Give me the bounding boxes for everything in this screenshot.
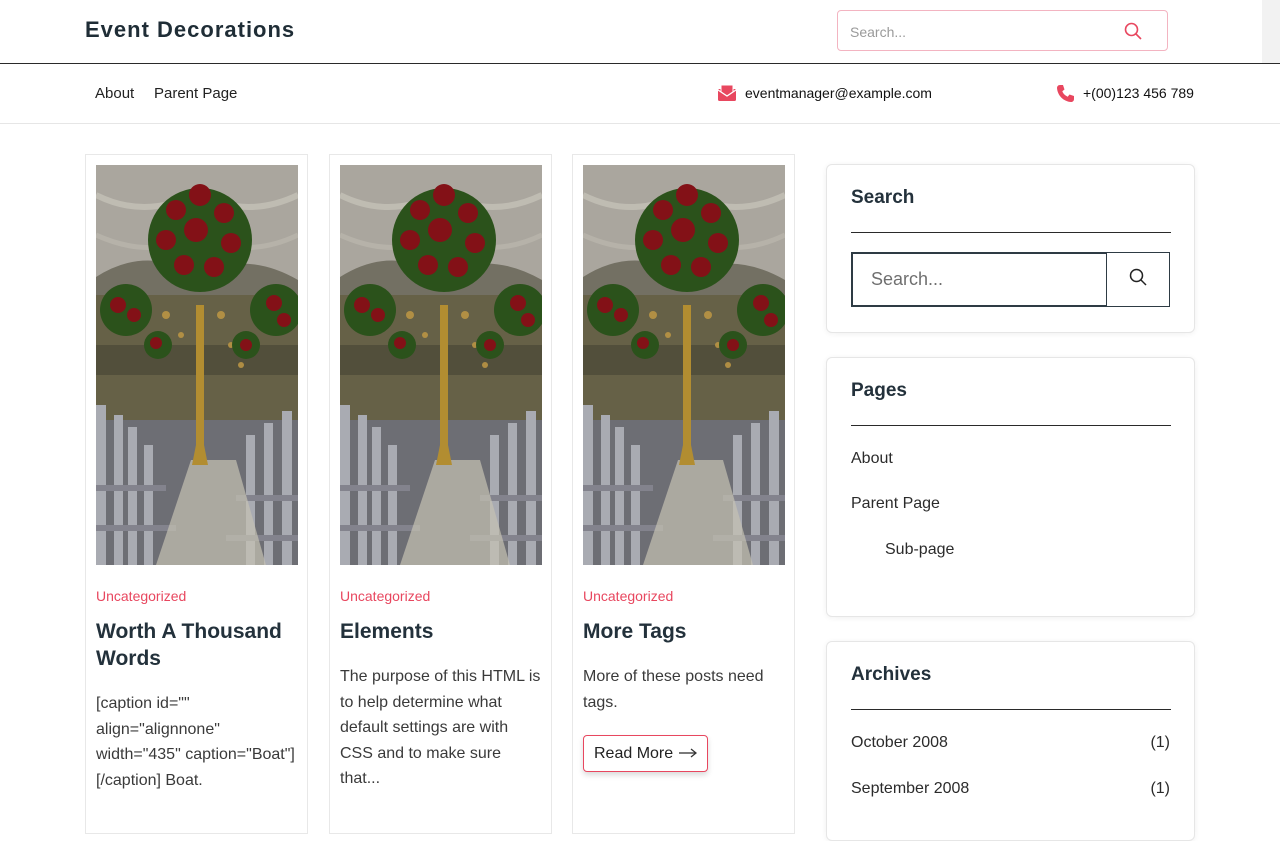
read-more-button[interactable]: Read More [583,735,709,772]
search-widget-title: Search [851,187,915,208]
post-excerpt: [caption id="" align="alignnone" width="… [96,695,295,789]
post-category-link[interactable]: Uncategorized [583,588,673,604]
phone-icon [1056,84,1075,103]
archive-link-october-2008[interactable]: October 2008 [851,734,948,752]
post-title[interactable]: More Tags [583,618,788,645]
archive-link-september-2008[interactable]: September 2008 [851,780,969,798]
contact-email[interactable]: eventmanager@example.com [717,82,932,104]
post-category-link[interactable]: Uncategorized [96,588,186,604]
post-excerpt: More of these posts need tags. [583,668,764,711]
main-navigation: About Parent Page eventmanager@example.c… [0,64,1280,124]
scrollbar-track[interactable] [1262,0,1280,63]
page-link-parent-page[interactable]: Parent Page [851,495,940,513]
archive-count: (1) [1150,780,1170,797]
post-excerpt: The purpose of this HTML is to help dete… [340,668,541,788]
nav-link-parent-page[interactable]: Parent Page [154,85,237,102]
site-header: Event Decorations [0,0,1280,64]
widget-divider [851,709,1171,710]
archive-count: (1) [1150,734,1170,751]
post-title[interactable]: Worth A Thousand Words [96,618,301,672]
post-thumbnail[interactable] [340,165,542,565]
search-icon[interactable] [1124,22,1142,40]
envelope-icon [717,84,737,102]
contact-email-text: eventmanager@example.com [745,85,932,101]
search-widget: Search [826,164,1195,333]
contact-phone-text: +(00)123 456 789 [1083,85,1194,101]
pages-widget-title: Pages [851,380,907,401]
archives-widget: Archives October 2008 (1) September 2008… [826,641,1195,841]
page-link-sub-page[interactable]: Sub-page [885,541,954,559]
nav-link-about[interactable]: About [95,85,134,102]
post-thumbnail[interactable] [96,165,298,565]
site-title[interactable]: Event Decorations [85,17,295,43]
widget-divider [851,232,1171,233]
post-category-link[interactable]: Uncategorized [340,588,430,604]
header-search-box [837,10,1168,52]
widget-divider [851,425,1171,426]
post-card: Uncategorized Worth A Thousand Words [ca… [85,154,308,834]
post-title[interactable]: Elements [340,618,545,645]
arrow-right-icon [679,745,698,763]
sidebar-search-button[interactable] [1106,252,1170,307]
search-icon [1129,268,1147,291]
header-search-input[interactable] [848,11,1122,52]
post-thumbnail[interactable] [583,165,785,565]
read-more-label: Read More [594,744,674,762]
page-link-about[interactable]: About [851,450,893,468]
archives-widget-title: Archives [851,664,932,685]
pages-widget: Pages About Parent Page Sub-page [826,357,1195,617]
contact-phone[interactable]: +(00)123 456 789 [1056,82,1194,104]
sidebar-search-input[interactable] [851,252,1107,307]
post-card: Uncategorized More Tags More of these po… [572,154,795,834]
post-card: Uncategorized Elements The purpose of th… [329,154,552,834]
